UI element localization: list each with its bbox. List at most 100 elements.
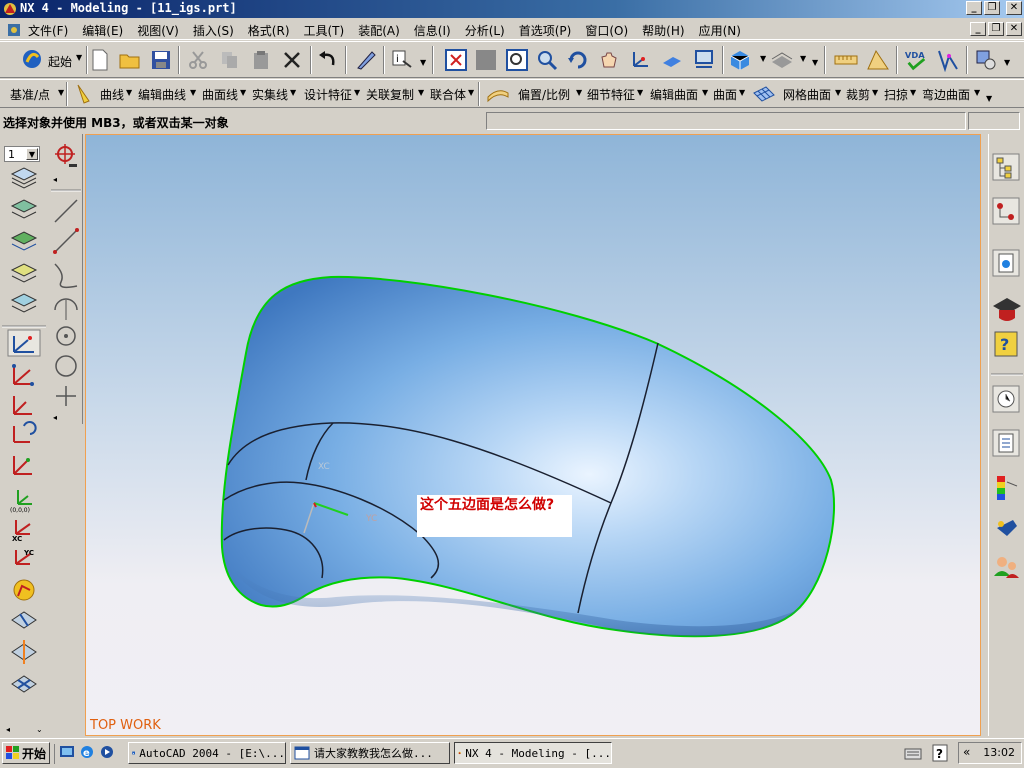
offset-scale-arrow[interactable]: ▼ [576, 88, 582, 97]
internet-explorer-icon[interactable]: e [79, 744, 95, 760]
curve-arrow[interactable]: ▼ [126, 88, 132, 97]
snap-point-icon[interactable] [55, 144, 77, 167]
detail-feature-arrow[interactable]: ▼ [637, 88, 643, 97]
menu-preferences[interactable]: 首选项(P) [519, 22, 572, 39]
mesh-surface-arrow[interactable]: ▼ [835, 88, 841, 97]
circle-icon[interactable] [55, 355, 77, 377]
menu-help[interactable]: 帮助(H) [642, 22, 684, 39]
menu-view[interactable]: 视图(V) [137, 22, 179, 39]
training-icon[interactable] [993, 298, 1021, 321]
wcs-icon[interactable] [628, 48, 652, 72]
pan-icon[interactable] [597, 48, 621, 72]
line-point-point-icon[interactable] [53, 228, 79, 254]
circle-point-icon[interactable] [56, 326, 76, 346]
display-icon[interactable] [692, 48, 716, 72]
layer-category-icon[interactable] [10, 231, 38, 251]
menu-edit[interactable]: 编辑(E) [82, 22, 123, 39]
toolbar1-overflow-arrow[interactable]: ▼ [812, 58, 818, 67]
color-palette-icon[interactable] [997, 476, 1018, 500]
info-dropdown-arrow[interactable]: ▼ [420, 58, 426, 67]
keyboard-icon[interactable] [904, 746, 922, 762]
menu-analysis[interactable]: 分析(L) [465, 22, 505, 39]
save-icon[interactable] [149, 48, 173, 72]
solid-line-arrow[interactable]: ▼ [290, 88, 296, 97]
paste-icon[interactable] [249, 48, 273, 72]
studio-spline-icon[interactable] [54, 263, 78, 289]
rotate-icon[interactable] [566, 48, 590, 72]
trim-dropdown[interactable]: 裁剪 [846, 86, 870, 103]
menu-tools[interactable]: 工具(T) [304, 22, 345, 39]
help-tray-icon[interactable]: ? [932, 744, 948, 762]
minimize-button[interactable]: _ [966, 1, 982, 15]
edit-object-icon[interactable] [354, 48, 378, 72]
start-button[interactable]: 起始 [48, 53, 72, 70]
toolbar1-end-arrow[interactable]: ▼ [1004, 58, 1010, 67]
edit-curve-dropdown[interactable]: 编辑曲线 [138, 86, 186, 103]
wcs-xc-icon[interactable]: XC [12, 520, 31, 543]
user-roles-icon[interactable] [994, 557, 1019, 578]
cut-icon[interactable] [186, 48, 210, 72]
wcs-origin-point-icon[interactable]: (0,0,0) [10, 490, 32, 514]
datum-csys-icon[interactable] [12, 364, 34, 386]
flange-surface-arrow[interactable]: ▼ [974, 88, 980, 97]
measure-distance-icon[interactable] [834, 48, 858, 72]
section-dropdown-arrow[interactable]: ▼ [800, 54, 806, 63]
assembly-navigator-icon[interactable] [992, 153, 1020, 181]
restore-button[interactable]: ❐ [984, 1, 1000, 15]
solid-line-dropdown[interactable]: 实集线 [252, 86, 288, 103]
surface-arrow[interactable]: ▼ [739, 88, 745, 97]
curve-from-curves-arrow[interactable]: ▼ [240, 88, 246, 97]
curve-dropdown[interactable]: 曲线 [100, 86, 124, 103]
scroll-left-arrow[interactable]: ◂ [6, 725, 10, 734]
point-icon[interactable] [56, 386, 76, 406]
shaded-body[interactable] [220, 275, 835, 638]
copy-icon[interactable] [218, 48, 242, 72]
trim-arrow[interactable]: ▼ [872, 88, 878, 97]
tray-expand-chevron[interactable]: « [963, 745, 970, 759]
clock[interactable]: 13:02 [983, 746, 1015, 759]
clock-history-icon[interactable] [992, 385, 1020, 413]
scroll-down-chevron[interactable]: ⌄ [36, 725, 43, 734]
palette-list-icon[interactable] [992, 429, 1020, 457]
start-icon[interactable] [20, 47, 44, 71]
start-menu-button[interactable]: 开始 [2, 742, 50, 764]
edit-surface-arrow[interactable]: ▼ [702, 88, 708, 97]
vda-check-icon[interactable]: VDA [904, 48, 928, 72]
surface-dropdown[interactable]: 曲面 [713, 86, 737, 103]
menu-format[interactable]: 格式(R) [248, 22, 290, 39]
shaded-view-icon[interactable] [660, 48, 684, 72]
sweep-dropdown[interactable]: 扫掠 [884, 86, 908, 103]
open-folder-icon[interactable] [118, 48, 142, 72]
show-desktop-icon[interactable] [59, 744, 75, 760]
assoc-copy-arrow[interactable]: ▼ [418, 88, 424, 97]
fit-view-icon[interactable] [444, 48, 468, 72]
zoom-icon[interactable] [535, 48, 559, 72]
menu-insert[interactable]: 插入(S) [193, 22, 234, 39]
visible-layer-icon[interactable] [10, 199, 38, 219]
design-feature-arrow[interactable]: ▼ [354, 88, 360, 97]
offset-scale-icon[interactable] [486, 82, 510, 106]
measure-angle-icon[interactable] [866, 48, 890, 72]
layer-settings-icon[interactable] [10, 167, 38, 189]
menu-file[interactable]: 文件(F) [28, 22, 68, 39]
toolbar2-overflow-arrow[interactable]: ▼ [986, 94, 992, 103]
snap-expand-arrow[interactable]: ◂ [53, 175, 57, 184]
move-to-layer-icon[interactable] [10, 263, 38, 283]
3d-model-view[interactable]: YC XC [86, 135, 980, 735]
taskbar-item-browser[interactable]: 请大家教教我怎么做... [290, 742, 450, 764]
mesh-surface-dropdown[interactable]: 网格曲面 [783, 86, 831, 103]
menu-assembly[interactable]: 装配(A) [358, 22, 400, 39]
datum-point-dropdown[interactable]: 基准/点 [10, 86, 50, 103]
zoom-region-icon[interactable] [474, 48, 498, 72]
render-dropdown-arrow[interactable]: ▼ [760, 54, 766, 63]
copy-to-layer-icon[interactable] [10, 293, 38, 313]
curve-expand-arrow[interactable]: ◂ [53, 413, 57, 422]
wcs-set-icon[interactable] [11, 675, 37, 693]
wcs-yc-icon[interactable]: YC [15, 549, 34, 565]
part-navigator-icon[interactable] [992, 197, 1020, 225]
close-button[interactable]: ✕ [1006, 1, 1022, 15]
design-feature-dropdown[interactable]: 设计特征 [304, 86, 352, 103]
delete-icon[interactable] [280, 48, 304, 72]
wcs-display-icon[interactable] [13, 579, 35, 601]
roles-icon[interactable] [997, 520, 1017, 536]
